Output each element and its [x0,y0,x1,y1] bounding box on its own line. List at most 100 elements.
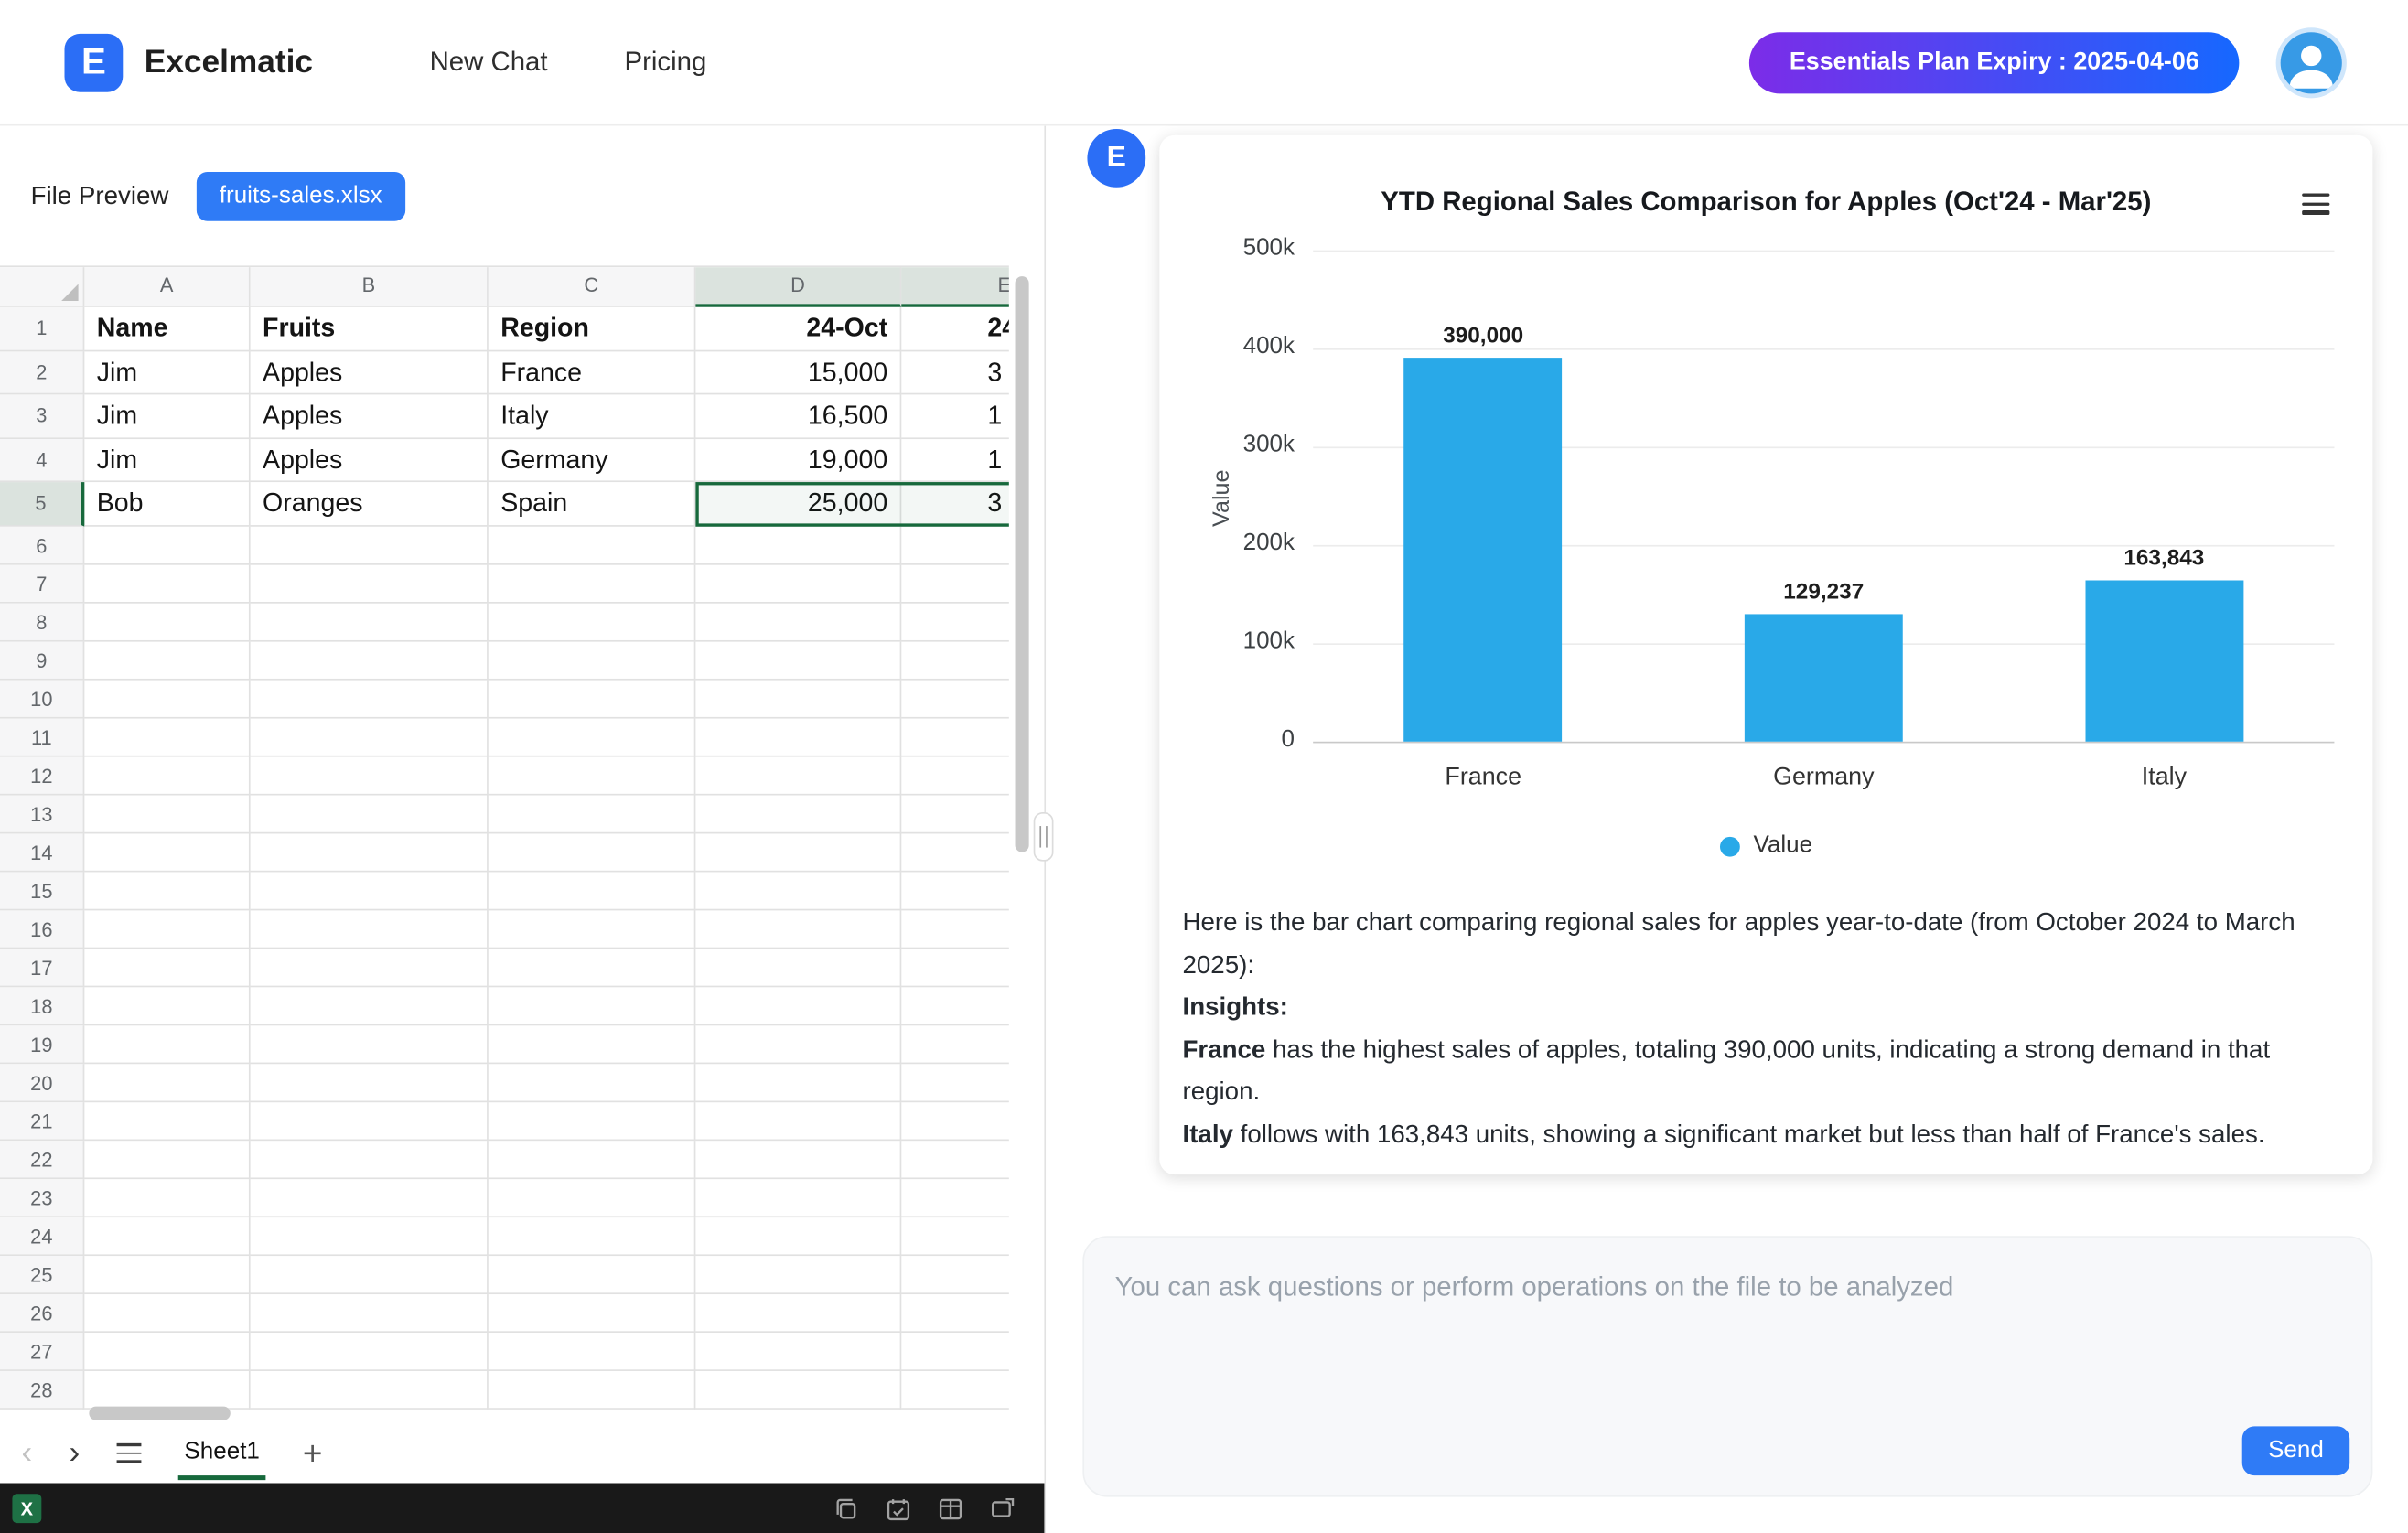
cell-C11[interactable] [489,718,696,756]
cell-D22[interactable] [695,1140,901,1178]
cell-B10[interactable] [251,680,489,718]
column-header-C[interactable]: C [489,267,696,307]
cell-D21[interactable] [695,1101,901,1140]
row-number-15[interactable]: 15 [0,872,84,910]
row-number-25[interactable]: 25 [0,1255,84,1293]
panel-resize-handle[interactable] [1034,812,1054,862]
cell-B5[interactable]: Oranges [251,482,489,526]
cell-B22[interactable] [251,1140,489,1178]
calendar-check-icon[interactable] [885,1495,912,1522]
copy-icon[interactable] [833,1495,860,1522]
row-number-10[interactable]: 10 [0,680,84,718]
cell-E13[interactable] [901,795,1008,833]
column-header-A[interactable]: A [84,267,250,307]
cell-A22[interactable] [84,1140,250,1178]
cell-A27[interactable] [84,1332,250,1370]
cell-C10[interactable] [489,680,696,718]
cell-E6[interactable] [901,526,1008,564]
cell-E24[interactable] [901,1217,1008,1255]
cell-C13[interactable] [489,795,696,833]
cell-B24[interactable] [251,1217,489,1255]
cell-A23[interactable] [84,1178,250,1217]
row-number-17[interactable]: 17 [0,949,84,987]
row-number-9[interactable]: 9 [0,641,84,680]
row-number-12[interactable]: 12 [0,756,84,795]
row-number-22[interactable]: 22 [0,1140,84,1178]
select-all-corner[interactable] [0,267,84,307]
cell-B28[interactable] [251,1370,489,1409]
send-button[interactable]: Send [2242,1426,2350,1475]
cell-E4[interactable]: 1 [901,438,1008,482]
row-number-28[interactable]: 28 [0,1370,84,1409]
cell-C3[interactable]: Italy [489,394,696,438]
cell-A21[interactable] [84,1101,250,1140]
cell-B11[interactable] [251,718,489,756]
cell-E5[interactable]: 3 [901,482,1008,526]
cell-D16[interactable] [695,910,901,949]
cell-D2[interactable]: 15,000 [695,351,901,395]
cell-D1[interactable]: 24-Oct [695,307,901,351]
cell-B6[interactable] [251,526,489,564]
cell-A6[interactable] [84,526,250,564]
cell-E19[interactable] [901,1024,1008,1063]
cell-E10[interactable] [901,680,1008,718]
cell-B12[interactable] [251,756,489,795]
cell-E27[interactable] [901,1332,1008,1370]
cell-D3[interactable]: 16,500 [695,394,901,438]
cell-D9[interactable] [695,641,901,680]
cell-D25[interactable] [695,1255,901,1293]
row-number-27[interactable]: 27 [0,1332,84,1370]
cell-D18[interactable] [695,986,901,1024]
cell-D15[interactable] [695,872,901,910]
sheet-next-icon[interactable]: › [70,1437,81,1469]
cell-E25[interactable] [901,1255,1008,1293]
cell-A12[interactable] [84,756,250,795]
cell-E12[interactable] [901,756,1008,795]
cell-C22[interactable] [489,1140,696,1178]
split-view-icon[interactable] [937,1495,964,1522]
cell-B2[interactable]: Apples [251,351,489,395]
cell-C16[interactable] [489,910,696,949]
cell-B16[interactable] [251,910,489,949]
cell-C6[interactable] [489,526,696,564]
cell-C18[interactable] [489,986,696,1024]
row-number-7[interactable]: 7 [0,564,84,603]
cell-C21[interactable] [489,1101,696,1140]
cell-B20[interactable] [251,1063,489,1101]
cell-A17[interactable] [84,949,250,987]
cell-B4[interactable]: Apples [251,438,489,482]
cell-C2[interactable]: France [489,351,696,395]
cell-A13[interactable] [84,795,250,833]
cell-E23[interactable] [901,1178,1008,1217]
cell-E1[interactable]: 24 [901,307,1008,351]
cell-D19[interactable] [695,1024,901,1063]
row-number-20[interactable]: 20 [0,1063,84,1101]
horizontal-scrollbar[interactable] [89,1407,230,1420]
cell-A26[interactable] [84,1293,250,1332]
cell-E9[interactable] [901,641,1008,680]
cell-C25[interactable] [489,1255,696,1293]
cell-D11[interactable] [695,718,901,756]
cell-A20[interactable] [84,1063,250,1101]
column-header-B[interactable]: B [251,267,489,307]
cell-A24[interactable] [84,1217,250,1255]
cell-D27[interactable] [695,1332,901,1370]
open-window-icon[interactable] [989,1495,1016,1522]
cell-D13[interactable] [695,795,901,833]
cell-A28[interactable] [84,1370,250,1409]
file-badge[interactable]: fruits-sales.xlsx [197,172,405,221]
cell-A25[interactable] [84,1255,250,1293]
cell-A16[interactable] [84,910,250,949]
cell-C12[interactable] [489,756,696,795]
row-number-21[interactable]: 21 [0,1101,84,1140]
column-header-D[interactable]: D [695,267,901,307]
spreadsheet-grid[interactable]: ABCDE1NameFruitsRegion24-Oct242JimApples… [0,265,1009,1410]
cell-D24[interactable] [695,1217,901,1255]
cell-E17[interactable] [901,949,1008,987]
cell-E16[interactable] [901,910,1008,949]
cell-E15[interactable] [901,872,1008,910]
cell-E21[interactable] [901,1101,1008,1140]
user-avatar[interactable] [2276,27,2347,97]
nav-new-chat[interactable]: New Chat [430,46,548,78]
cell-D14[interactable] [695,833,901,872]
